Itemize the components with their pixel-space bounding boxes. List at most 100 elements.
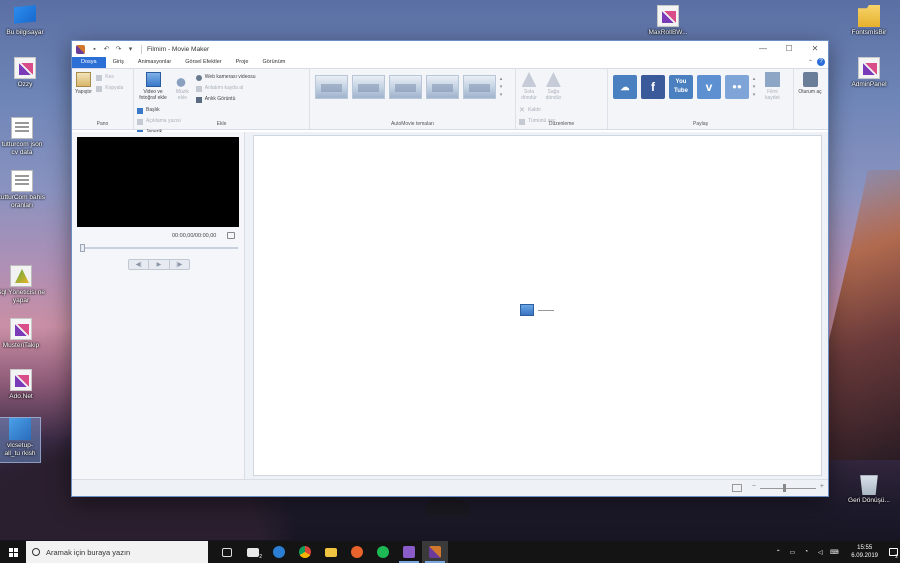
zoom-slider-handle[interactable]: [783, 484, 786, 492]
quick-access-menu-icon[interactable]: ▾: [127, 46, 134, 53]
desktop-icon-musteritakip[interactable]: MusteriTakip: [0, 318, 46, 350]
collapse-ribbon-icon[interactable]: ⌃: [808, 59, 813, 66]
add-media-placeholder-icon[interactable]: [520, 304, 534, 316]
rotate-left-button[interactable]: Sola döndür: [519, 72, 539, 101]
video-preview[interactable]: [77, 137, 239, 227]
storyboard-view-icon[interactable]: [732, 484, 742, 492]
tab-gorsel-efektler[interactable]: Görsel Efektler: [178, 57, 228, 68]
automovie-theme-2[interactable]: [352, 75, 385, 99]
redo-icon[interactable]: ↷: [115, 46, 122, 53]
add-music-button[interactable]: Müzik ekle: [173, 72, 191, 101]
taskbar-spotify[interactable]: [370, 541, 396, 563]
sign-in-icon: [802, 72, 818, 87]
group-ekle: Video ve fotoğraf ekle Müzik ekle Web ka…: [134, 69, 310, 136]
desktop-icon-recycle-bin[interactable]: Geri Dönüşü...: [844, 473, 894, 505]
task-view-button[interactable]: [214, 541, 240, 563]
remove-button[interactable]: ✕ Kaldır: [519, 105, 556, 116]
cut-button[interactable]: Kes: [96, 72, 123, 83]
record-narration-button[interactable]: Anlatımı kayda al: [195, 83, 256, 94]
tab-dosya[interactable]: Dosya: [72, 57, 106, 68]
automovie-theme-3[interactable]: [389, 75, 422, 99]
narration-label: Anlatımı kayda al: [204, 85, 244, 91]
ribbon-tabs: Dosya Giriş Animasyonlar Görsel Efektler…: [72, 57, 828, 68]
fullscreen-icon[interactable]: [227, 232, 235, 239]
copy-button[interactable]: Kopyala: [96, 83, 123, 94]
desktop-icon-label: AdminPanel: [851, 81, 887, 88]
battery-icon[interactable]: ▭: [787, 549, 797, 556]
sql-icon: [10, 265, 32, 287]
taskbar-mail[interactable]: 2: [240, 541, 266, 563]
title-button[interactable]: Başlık: [137, 105, 181, 116]
taskbar-visual-studio[interactable]: [396, 541, 422, 563]
tab-gorunum[interactable]: Görünüm: [255, 57, 292, 68]
help-icon[interactable]: ?: [817, 58, 825, 66]
undo-icon[interactable]: ↶: [103, 46, 110, 53]
app-icon: [858, 57, 880, 79]
volume-icon[interactable]: ◁: [815, 549, 825, 556]
start-button[interactable]: [0, 541, 26, 563]
desktop-icon-vlcsetup[interactable]: vlcsetup-all_tu rkish: [0, 417, 41, 463]
paste-button[interactable]: Yapıştır: [75, 72, 92, 95]
system-tray: ⌃ ▭ ◔ ◁ ⌨ 15:55 6.09.2019 2: [771, 541, 900, 563]
input-language-icon[interactable]: ⌨: [829, 549, 839, 556]
tab-animasyonlar[interactable]: Animasyonlar: [131, 57, 178, 68]
desktop-icon-adminpanel[interactable]: AdminPanel: [844, 57, 894, 89]
save-movie-button[interactable]: Filmi kaydet: [762, 72, 782, 101]
zoom-slider[interactable]: [760, 488, 816, 489]
zoom-out-button[interactable]: −: [752, 483, 756, 490]
sign-in-button[interactable]: Oturum aç: [797, 72, 823, 95]
network-icon[interactable]: ◔: [801, 549, 811, 555]
rotate-right-button[interactable]: Sağa döndür: [543, 72, 563, 101]
wallpaper-rock: [425, 497, 470, 519]
edge-icon: [273, 546, 285, 558]
task-view-icon: [222, 547, 232, 557]
storyboard-pane[interactable]: [253, 135, 822, 476]
desktop-icon-this-pc[interactable]: Bu bilgisayar: [0, 5, 50, 37]
desktop-icon-adonet[interactable]: Ado.Net: [0, 369, 46, 401]
previous-frame-button[interactable]: ◀|: [129, 260, 150, 269]
gallery-scroll[interactable]: ▴ ▾ ▾: [498, 75, 504, 101]
onedrive-icon[interactable]: ☁: [613, 75, 637, 99]
tab-giris[interactable]: Giriş: [106, 57, 131, 68]
youtube-icon[interactable]: You Tube: [669, 75, 693, 99]
close-button[interactable]: ✕: [802, 41, 828, 57]
desktop-icon-tutturcom-json[interactable]: tutturcom json cv data: [0, 117, 46, 157]
show-hidden-icons-icon[interactable]: ⌃: [773, 549, 783, 556]
taskbar-chrome[interactable]: [292, 541, 318, 563]
desktop-icon-tutturcom-bahis[interactable]: tutturCom bahis oranları: [0, 170, 48, 210]
next-frame-button[interactable]: |▶: [170, 260, 189, 269]
spotify-icon: [377, 546, 389, 558]
webcam-video-button[interactable]: Web kamerası videosu: [195, 72, 256, 83]
automovie-theme-4[interactable]: [426, 75, 459, 99]
group-label-paylas: Paylaş: [692, 121, 708, 127]
add-video-photo-button[interactable]: Video ve fotoğraf ekle: [137, 72, 169, 101]
rotate-right-icon: [545, 72, 561, 87]
taskbar-edge[interactable]: [266, 541, 292, 563]
clock[interactable]: 15:55 6.09.2019: [851, 544, 878, 560]
automovie-theme-5[interactable]: [463, 75, 496, 99]
taskbar-file-explorer[interactable]: [318, 541, 344, 563]
snapshot-button[interactable]: Anlık Görüntü: [195, 94, 256, 105]
seek-bar[interactable]: [80, 247, 238, 249]
desktop-icon-fonts[interactable]: FontsmIsBir: [844, 5, 894, 37]
zoom-in-button[interactable]: +: [820, 483, 824, 490]
save-icon[interactable]: ▪: [91, 46, 98, 53]
maximize-button[interactable]: ☐: [776, 41, 802, 57]
automovie-theme-1[interactable]: [315, 75, 348, 99]
minimize-button[interactable]: —: [750, 41, 776, 57]
taskbar-search[interactable]: Aramak için buraya yazın: [26, 541, 208, 563]
play-button[interactable]: ▶: [149, 260, 170, 269]
camera-icon: [195, 96, 202, 103]
vimeo-icon[interactable]: v: [697, 75, 721, 99]
seek-handle[interactable]: [80, 244, 85, 252]
facebook-icon[interactable]: f: [641, 75, 665, 99]
flickr-icon[interactable]: ●●: [725, 75, 749, 99]
movie-maker-icon: [76, 44, 85, 54]
desktop-icon-maxroll[interactable]: MaxRollBW...: [643, 5, 693, 37]
desktop-icon-sql[interactable]: Sql Yöneticisi ne yapar: [0, 265, 46, 305]
taskbar-app-orange[interactable]: [344, 541, 370, 563]
tab-proje[interactable]: Proje: [229, 57, 256, 68]
share-gallery-scroll[interactable]: ▴ ▾ ▾: [751, 75, 757, 101]
desktop-icon-ozzy[interactable]: Ozzy: [0, 57, 50, 89]
taskbar-movie-maker[interactable]: [422, 541, 448, 563]
